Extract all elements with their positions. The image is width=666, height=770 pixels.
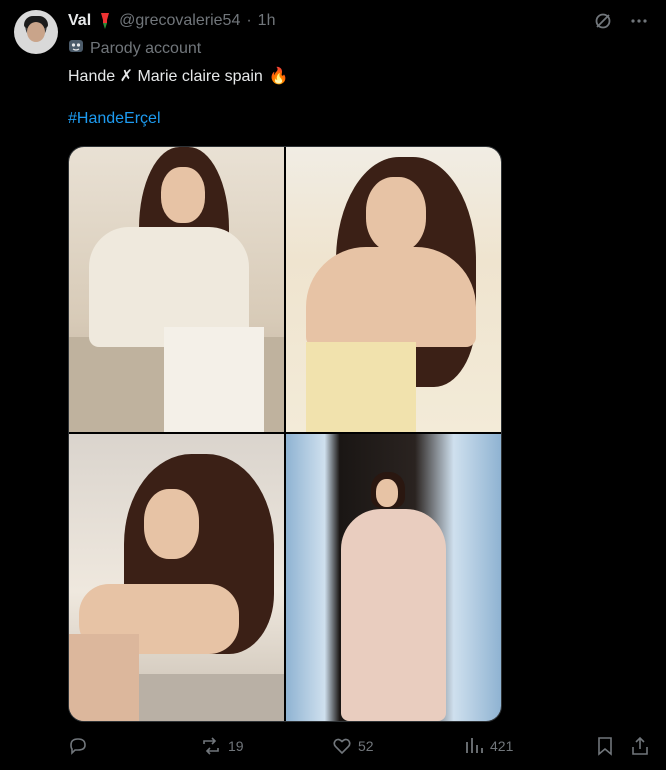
media-grid[interactable] (68, 146, 502, 722)
parody-label: Parody account (68, 38, 201, 59)
action-bar: 19 52 421 (68, 736, 652, 756)
face-shape (366, 177, 426, 252)
dress-shape (306, 342, 416, 432)
reply-icon (68, 736, 88, 756)
bookmark-icon (596, 736, 614, 756)
skirt-shape (164, 327, 264, 432)
heart-icon (332, 736, 352, 756)
mask-icon (68, 38, 84, 59)
separator-dot: · (246, 12, 252, 29)
face-shape (161, 167, 205, 223)
gown-shape (341, 509, 446, 721)
shoulders-shape (306, 247, 476, 347)
top-shape (69, 634, 139, 721)
avatar[interactable] (14, 10, 58, 54)
views-count: 421 (490, 738, 514, 754)
hashtag-link[interactable]: #HandeErçel (68, 110, 161, 128)
share-icon (630, 736, 650, 756)
parody-text: Parody account (90, 39, 202, 57)
like-count: 52 (358, 738, 374, 754)
share-button[interactable] (630, 736, 650, 756)
photo-4[interactable] (286, 434, 501, 721)
post-text-body: Hande ✗ Marie claire spain (68, 68, 263, 85)
repost-button[interactable]: 19 (200, 736, 244, 756)
reply-button[interactable] (68, 736, 94, 756)
like-button[interactable]: 52 (332, 736, 374, 756)
face-shape (376, 479, 398, 507)
fire-emoji: 🔥 (268, 68, 289, 85)
post-time[interactable]: 1h (258, 12, 276, 30)
more-icon[interactable] (630, 12, 648, 35)
grok-icon[interactable] (594, 12, 612, 35)
ledge-shape (139, 674, 284, 721)
author-handle[interactable]: @grecovalerie54 (119, 12, 240, 30)
photo-3[interactable] (69, 434, 284, 721)
views-icon (464, 736, 484, 756)
face-shape (144, 489, 199, 559)
avatar-face (27, 22, 45, 42)
photo-2[interactable] (286, 147, 501, 432)
repost-count: 19 (228, 738, 244, 754)
post-top-actions (594, 12, 648, 35)
author-name[interactable]: Val (68, 12, 91, 30)
views-button[interactable]: 421 (464, 736, 513, 756)
post-text: Hande ✗ Marie claire spain 🔥 (68, 66, 289, 86)
pin-icon (97, 12, 113, 30)
bookmark-button[interactable] (596, 736, 614, 756)
repost-icon (200, 736, 222, 756)
photo-1[interactable] (69, 147, 284, 432)
post-header: Val @grecovalerie54 · 1h (68, 12, 275, 30)
